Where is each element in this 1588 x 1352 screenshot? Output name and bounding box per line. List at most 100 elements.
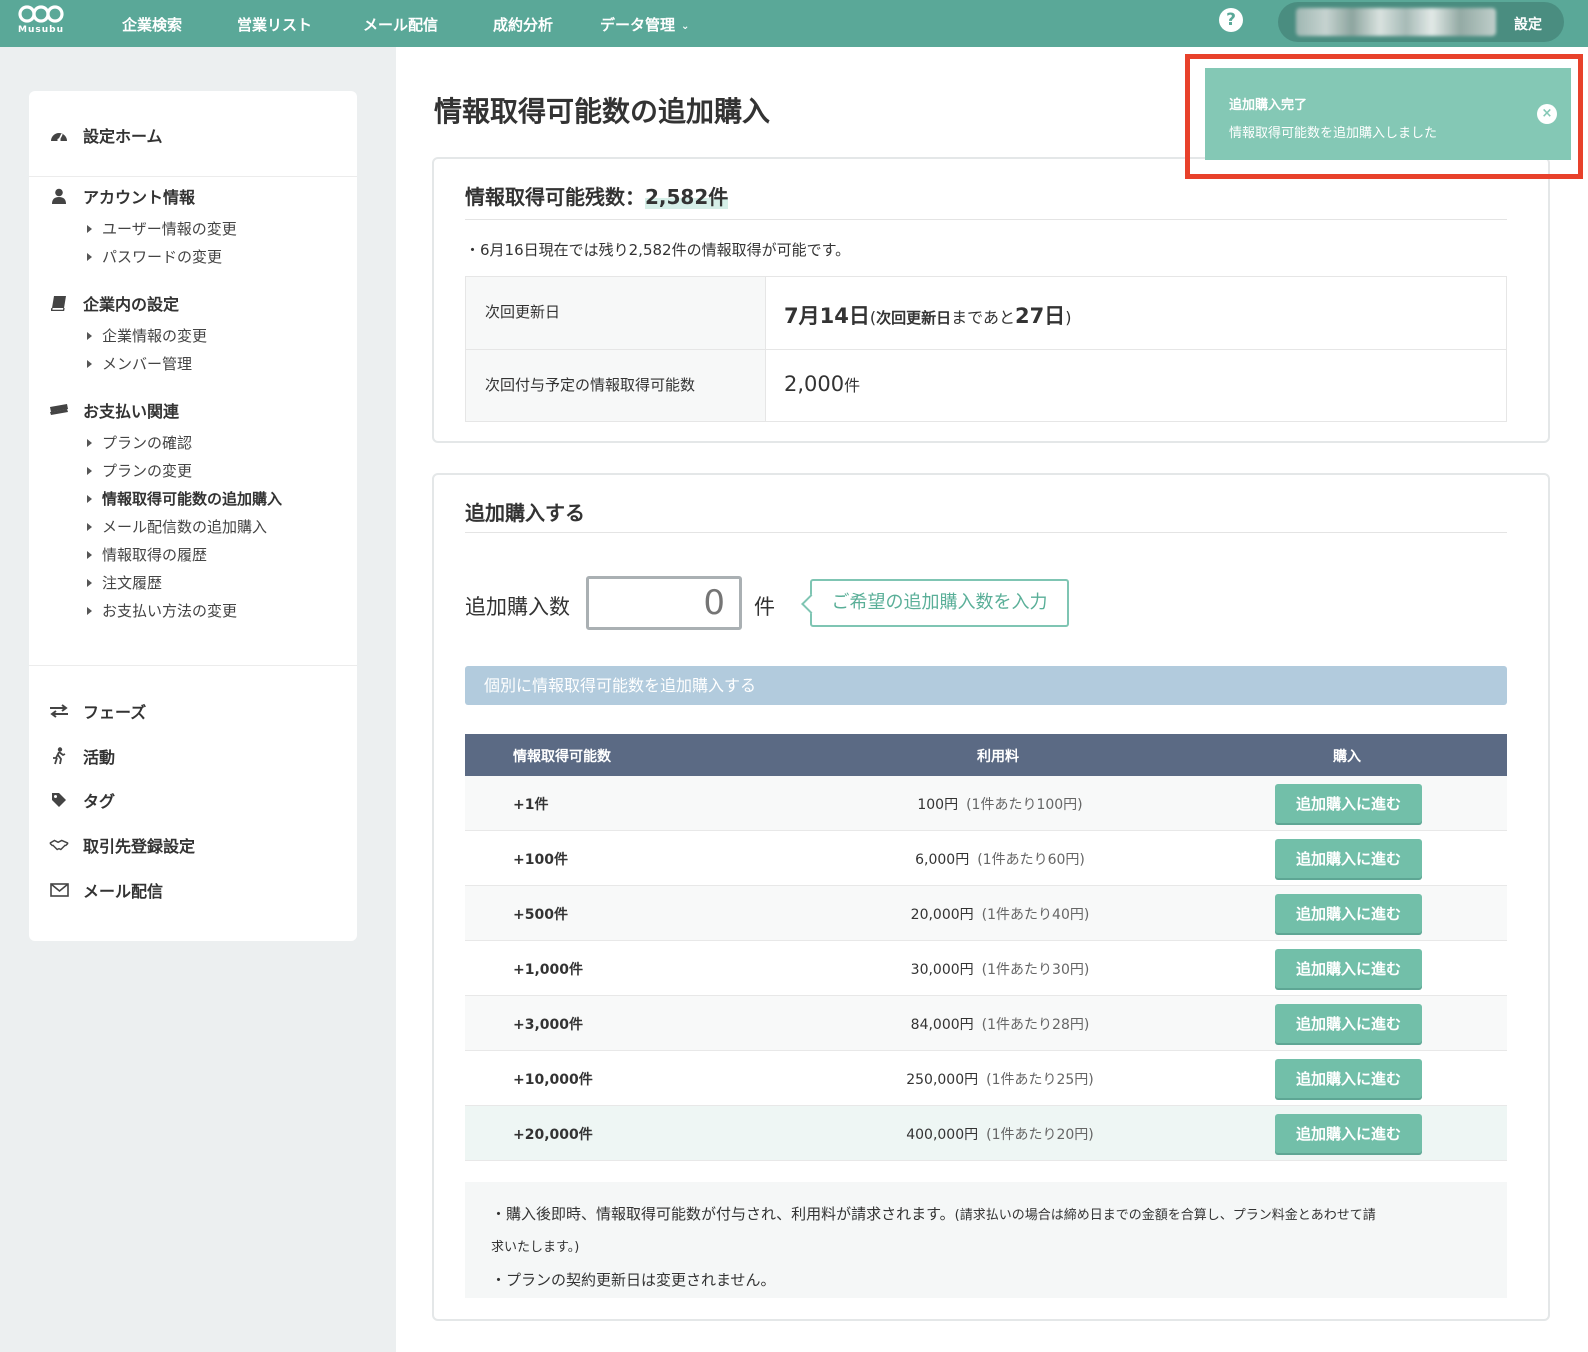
sidebar-item-company-info[interactable]: 企業情報の変更 bbox=[87, 325, 207, 346]
card-divider bbox=[465, 532, 1507, 533]
row-price: 250,000円 (1件あたり25円) bbox=[745, 1069, 1255, 1089]
row-price: 84,000円 (1件あたり28円) bbox=[745, 1014, 1255, 1034]
row-price-unit: (1件あたり28円) bbox=[981, 1017, 1090, 1033]
purchase-card: 追加購入する 追加購入数 件 ご希望の追加購入数を入力 個別に情報取得可能数を追… bbox=[432, 473, 1550, 1321]
row-price: 6,000円 (1件あたり60円) bbox=[745, 849, 1255, 869]
row-price-total: 250,000円 bbox=[906, 1072, 979, 1088]
nav-mail-delivery[interactable]: メール配信 bbox=[363, 14, 438, 35]
next-update-date: 7月14日 bbox=[784, 304, 870, 328]
sidebar-item-mail[interactable]: メール配信 bbox=[49, 878, 163, 902]
next-grant-label: 次回付与予定の情報取得可能数 bbox=[466, 350, 766, 421]
credit-card-icon bbox=[49, 401, 69, 419]
user-menu[interactable]: 設定 bbox=[1278, 2, 1564, 42]
sidebar-item-plan-change[interactable]: プランの変更 bbox=[87, 460, 192, 481]
purchase-button[interactable]: 追加購入に進む bbox=[1275, 894, 1422, 933]
remaining-note: ・6月16日現在では残り2,582件の情報取得が可能です。 bbox=[465, 241, 851, 259]
next-update-mid: まであと bbox=[951, 308, 1015, 327]
col-price-header: 利用料 bbox=[977, 749, 1019, 765]
sidebar-item-user-info[interactable]: ユーザー情報の変更 bbox=[87, 218, 237, 239]
qty-hint-tooltip: ご希望の追加購入数を入力 bbox=[810, 579, 1069, 627]
row-price-unit: (1件あたり100円) bbox=[966, 797, 1083, 813]
price-table-header: 情報取得可能数 利用料 購入 bbox=[465, 734, 1507, 776]
exchange-icon bbox=[49, 702, 69, 720]
next-grant-value: 2,000件 bbox=[784, 372, 860, 396]
note-line-3: ・プランの契約更新日は変更されません。 bbox=[491, 1271, 776, 1289]
sidebar-item-password[interactable]: パスワードの変更 bbox=[87, 246, 222, 267]
dashboard-icon bbox=[49, 126, 69, 144]
row-price-unit: (1件あたり20円) bbox=[986, 1127, 1094, 1143]
chevron-down-icon: ⌄ bbox=[681, 21, 690, 32]
settings-sidebar: 設定ホーム アカウント情報 ユーザー情報の変更 パスワードの変更 企業内の設定 … bbox=[29, 91, 357, 941]
remaining-title-prefix: 情報取得可能残数： bbox=[465, 185, 645, 209]
purchase-notes: ・購入後即時、情報取得可能数が付与され、利用料が請求されます。(請求払いの場合は… bbox=[465, 1182, 1507, 1298]
nav-sales-list[interactable]: 営業リスト bbox=[237, 14, 312, 35]
remaining-title: 情報取得可能残数：2,582件 bbox=[465, 181, 729, 210]
row-price: 30,000円 (1件あたり30円) bbox=[745, 959, 1255, 979]
row-price-unit: (1件あたり40円) bbox=[981, 907, 1090, 923]
table-row: +10,000件 250,000円 (1件あたり25円) 追加購入に進む bbox=[465, 1051, 1507, 1106]
table-row: +500件 20,000円 (1件あたり40円) 追加購入に進む bbox=[465, 886, 1507, 941]
sidebar-payment-title: お支払い関連 bbox=[83, 402, 180, 421]
sidebar-item-activity[interactable]: 活動 bbox=[49, 744, 115, 768]
row-price: 100円 (1件あたり100円) bbox=[745, 794, 1255, 814]
purchase-button[interactable]: 追加購入に進む bbox=[1275, 784, 1422, 823]
row-price-unit: (1件あたり60円) bbox=[977, 852, 1085, 868]
row-price-total: 20,000円 bbox=[910, 907, 974, 923]
row-price-total: 100円 bbox=[917, 797, 959, 813]
qty-input[interactable] bbox=[586, 576, 742, 630]
sidebar-item-tag[interactable]: タグ bbox=[49, 788, 115, 812]
next-grant-unit: 件 bbox=[844, 376, 861, 395]
sidebar-item-mail-purchase[interactable]: メール配信数の追加購入 bbox=[87, 516, 267, 537]
renewal-info-table: 次回更新日 7月14日(次回更新日まであと27日) 次回付与予定の情報取得可能数… bbox=[465, 276, 1507, 422]
top-navbar: Musubu 企業検索 営業リスト メール配信 成約分析 データ管理 ⌄ ? 設定 bbox=[0, 0, 1588, 47]
book-icon bbox=[49, 294, 69, 312]
table-row: +1件 100円 (1件あたり100円) 追加購入に進む bbox=[465, 776, 1507, 831]
purchase-button[interactable]: 追加購入に進む bbox=[1275, 949, 1422, 988]
nav-deal-analysis[interactable]: 成約分析 bbox=[493, 14, 553, 35]
sidebar-item-phase[interactable]: フェーズ bbox=[49, 699, 146, 723]
nav-data-management[interactable]: データ管理 ⌄ bbox=[600, 14, 689, 35]
sidebar-item-info-history[interactable]: 情報取得の履歴 bbox=[87, 544, 207, 565]
success-toast: 追加購入完了 情報取得可能数を追加購入しました × bbox=[1205, 68, 1571, 160]
handshake-icon bbox=[49, 836, 69, 854]
user-name-blurred bbox=[1296, 8, 1496, 36]
table-row: +20,000件 400,000円 (1件あたり20円) 追加購入に進む bbox=[465, 1106, 1507, 1161]
sidebar-account-title: アカウント情報 bbox=[83, 188, 196, 207]
card-divider bbox=[465, 219, 1507, 220]
nav-company-search[interactable]: 企業検索 bbox=[122, 14, 182, 35]
tag-icon bbox=[49, 791, 69, 809]
sidebar-item-home[interactable]: 設定ホーム bbox=[49, 123, 163, 147]
sidebar-item-payment-method[interactable]: お支払い方法の変更 bbox=[87, 600, 237, 621]
settings-link[interactable]: 設定 bbox=[1514, 14, 1542, 34]
sidebar-item-info-purchase[interactable]: 情報取得可能数の追加購入 bbox=[87, 488, 282, 509]
sidebar-item-partner-settings[interactable]: 取引先登録設定 bbox=[49, 833, 195, 857]
next-grant-row: 次回付与予定の情報取得可能数 2,000件 bbox=[466, 349, 1506, 421]
sidebar-item-members[interactable]: メンバー管理 bbox=[87, 353, 192, 374]
col-buy-header: 購入 bbox=[1333, 749, 1361, 765]
row-price: 20,000円 (1件あたり40円) bbox=[745, 904, 1255, 924]
purchase-button[interactable]: 追加購入に進む bbox=[1275, 1059, 1422, 1098]
close-icon[interactable]: × bbox=[1537, 104, 1557, 124]
row-qty: +500件 bbox=[513, 907, 568, 923]
user-icon bbox=[49, 187, 69, 205]
purchase-button[interactable]: 追加購入に進む bbox=[1275, 839, 1422, 878]
help-icon[interactable]: ? bbox=[1219, 8, 1243, 32]
sidebar-item-order-history[interactable]: 注文履歴 bbox=[87, 572, 162, 593]
row-price-total: 6,000円 bbox=[915, 852, 970, 868]
row-price-unit: (1件あたり30円) bbox=[981, 962, 1090, 978]
note-line-1-small: (請求払いの場合は締め日までの金額を合算し、プラン料金とあわせて請 bbox=[954, 1208, 1376, 1223]
purchase-button[interactable]: 追加購入に進む bbox=[1275, 1114, 1422, 1153]
next-update-value: 7月14日(次回更新日まであと27日) bbox=[784, 300, 1071, 330]
sidebar-tag-label: タグ bbox=[83, 792, 116, 811]
paren-close: ) bbox=[1065, 308, 1072, 327]
sidebar-item-plan-check[interactable]: プランの確認 bbox=[87, 432, 192, 453]
purchase-button[interactable]: 追加購入に進む bbox=[1275, 1004, 1422, 1043]
sidebar-company-title: 企業内の設定 bbox=[83, 295, 180, 314]
row-price-total: 84,000円 bbox=[910, 1017, 974, 1033]
envelope-icon bbox=[49, 881, 69, 899]
row-price-total: 400,000円 bbox=[906, 1127, 979, 1143]
next-update-bold: 次回更新日 bbox=[876, 309, 952, 327]
sidebar-heading-company: 企業内の設定 bbox=[49, 291, 179, 315]
musubu-logo[interactable]: Musubu bbox=[16, 3, 66, 45]
main-content: 情報取得可能数の追加購入 情報取得可能残数：2,582件 ・6月16日現在では残… bbox=[396, 47, 1588, 1352]
